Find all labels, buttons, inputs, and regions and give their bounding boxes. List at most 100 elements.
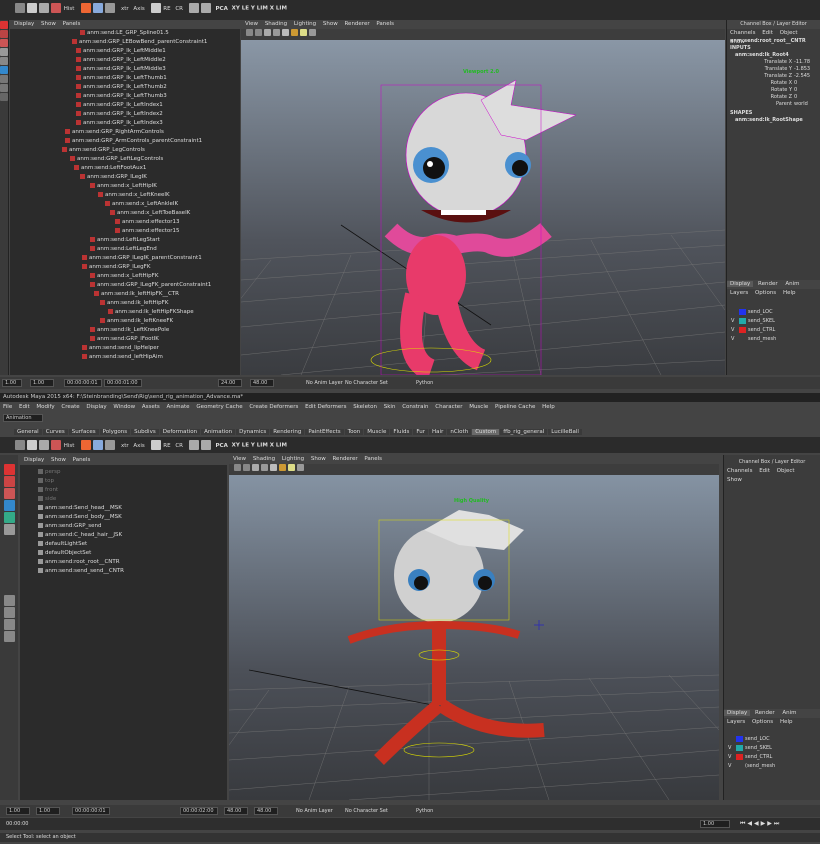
menu-create[interactable]: Create	[61, 404, 79, 410]
cb-menu-object[interactable]: Object	[777, 468, 795, 474]
move-tool-icon[interactable]	[0, 48, 8, 56]
layout-icon[interactable]	[3, 595, 15, 606]
channel-row[interactable]: Parent world	[727, 101, 820, 108]
outliner-item[interactable]: anm:send:effector15	[10, 227, 240, 236]
channel-value[interactable]: -1.853	[794, 66, 818, 73]
character-head[interactable]	[378, 510, 524, 623]
outliner-item[interactable]: anm:send:GRP_lk_LeftMiddle1	[10, 47, 240, 56]
shape-node-name[interactable]: anm:send:lk_RootShape	[727, 117, 820, 124]
cb-menu-show[interactable]: Show	[727, 477, 742, 483]
outliner-item[interactable]: anm:send:LE_GRP_Spline01.5	[10, 29, 240, 38]
layer-row[interactable]: send_LOC	[727, 308, 820, 317]
menu-character[interactable]: Character	[435, 404, 462, 410]
outliner-item[interactable]: anm:send:GRP_lLegIK	[10, 173, 240, 182]
shelf-label-xtr[interactable]: xtr	[121, 6, 129, 12]
menu-pipeline-cache[interactable]: Pipeline Cache	[495, 404, 535, 410]
layer-color-swatch[interactable]	[736, 735, 743, 742]
menu-window[interactable]: Window	[113, 404, 135, 410]
layer-row[interactable]: Vsend_SKEL	[727, 317, 820, 326]
shelf-tab[interactable]: PaintEffects	[305, 429, 344, 435]
mode-selector[interactable]: Animation	[3, 414, 43, 422]
channel-value[interactable]: world	[794, 101, 818, 108]
outliner-item[interactable]: anm:send:GRP_lk_LeftThumb3	[10, 92, 240, 101]
outliner-item[interactable]: anm:send:GRP_ArmControls_parentConstrain…	[10, 137, 240, 146]
channel-value[interactable]: 0	[794, 87, 818, 94]
cb-menu-edit[interactable]: Edit	[759, 468, 770, 474]
layout-icon[interactable]	[3, 607, 15, 618]
channel-value[interactable]: -2.545	[794, 73, 818, 80]
outliner-item[interactable]: front	[20, 486, 227, 495]
scale-tool-icon[interactable]	[0, 66, 8, 74]
shelf-tool-icon[interactable]	[81, 440, 92, 450]
outliner-menu-panels[interactable]: Panels	[73, 457, 91, 463]
outliner-item[interactable]: anm:send:C_head_hair__JSK	[20, 531, 227, 540]
shelf-tool-icon[interactable]	[200, 440, 211, 450]
shelf-tool-icon[interactable]	[200, 3, 211, 13]
outliner-item[interactable]: anm:send:lk_leftHipFKShape	[10, 308, 240, 317]
move-tool-icon[interactable]	[3, 500, 15, 511]
viewport-menu-view[interactable]: View	[245, 21, 258, 27]
shelf-tab[interactable]: Subdivs	[131, 429, 159, 435]
shelf-tab[interactable]: Custom	[472, 429, 500, 435]
layer-color-swatch[interactable]	[739, 336, 746, 342]
shelf-tab[interactable]: Surfaces	[68, 429, 99, 435]
viewport-menu-panels[interactable]: Panels	[376, 21, 394, 27]
outliner-item[interactable]: anm:send:x_LeftHipIK	[10, 182, 240, 191]
shelf-tool-icon[interactable]	[27, 440, 37, 450]
layer-menu-layers[interactable]: Layers	[730, 290, 748, 296]
outliner-item[interactable]: anm:send:LeftLegStart	[10, 236, 240, 245]
cb-menu-channels[interactable]: Channels	[727, 468, 752, 474]
menu-file[interactable]: File	[3, 404, 12, 410]
layer-visibility-toggle[interactable]: V	[727, 326, 739, 335]
menu-geometry-cache[interactable]: Geometry Cache	[196, 404, 242, 410]
layer-color-swatch[interactable]	[739, 317, 746, 324]
script-language-label[interactable]: Python	[416, 808, 433, 814]
channel-value[interactable]: 0	[794, 94, 818, 101]
texture-icon[interactable]	[279, 464, 286, 471]
menu-edit-deformers[interactable]: Edit Deformers	[305, 404, 346, 410]
layer-menu-help[interactable]: Help	[783, 290, 796, 296]
select-tool-icon[interactable]	[3, 464, 15, 475]
layer-color-swatch[interactable]	[736, 763, 743, 769]
outliner-item[interactable]: anm:send:GRP_lk_LeftThumb2	[10, 83, 240, 92]
shelf-tab[interactable]: Dynamics	[236, 429, 270, 435]
select-tool-icon[interactable]	[0, 21, 8, 29]
outliner-item[interactable]: anm:send:send_leftHipAim	[10, 353, 240, 362]
channel-row[interactable]: Translate X -11.78	[727, 59, 820, 66]
viewport-menu-panels[interactable]: Panels	[364, 456, 382, 462]
character-head[interactable]	[405, 79, 577, 223]
outliner-item[interactable]: anm:send:lk_leftHipFK__CTR	[10, 290, 240, 299]
paint-tool-icon[interactable]	[3, 488, 15, 499]
layer-color-swatch[interactable]	[739, 326, 746, 333]
outliner-item[interactable]: defaultLightSet	[20, 540, 227, 549]
viewport-menu-lighting[interactable]: Lighting	[294, 21, 316, 27]
cb-menu-edit[interactable]: Edit	[762, 30, 773, 36]
outliner-item[interactable]: anm:send:effector13	[10, 218, 240, 227]
shelf-tab[interactable]: General	[14, 429, 42, 435]
channel-value[interactable]: -11.78	[794, 59, 818, 66]
playback-start-field[interactable]: 1.00	[30, 379, 54, 387]
outliner-item[interactable]: anm:send:GRP_lk_LeftIndex3	[10, 119, 240, 128]
playback-end-field[interactable]: 24.00	[218, 379, 242, 387]
timecode-end-field[interactable]: 00:00:01:00	[104, 379, 142, 387]
shelf-label-pca[interactable]: PCA	[216, 6, 228, 12]
smooth-shade-icon[interactable]	[270, 464, 277, 471]
shelf-tool-icon[interactable]	[188, 3, 199, 13]
layout-icon[interactable]	[3, 619, 15, 630]
shelf-label-pca[interactable]: PCA	[216, 443, 228, 449]
shelf-label-lim[interactable]: XY LE Y LIM X LIM	[232, 6, 287, 12]
character-body[interactable]	[347, 620, 545, 765]
range-start-field[interactable]: 1.00	[2, 379, 22, 387]
shelf-tool-icon[interactable]	[81, 3, 92, 13]
menu-assets[interactable]: Assets	[142, 404, 160, 410]
outliner-menu-display[interactable]: Display	[24, 457, 44, 463]
layout-icon[interactable]	[3, 631, 15, 642]
menu-display[interactable]: Display	[86, 404, 106, 410]
shelf-tab[interactable]: LucilleBall	[548, 429, 582, 435]
layer-menu-help[interactable]: Help	[780, 719, 793, 725]
layout-icon[interactable]	[0, 75, 8, 83]
outliner-menu-display[interactable]: Display	[14, 21, 34, 27]
layer-visibility-toggle[interactable]: V	[724, 744, 736, 753]
range-end-field[interactable]: 48.00	[250, 379, 274, 387]
anim-layer-dropdown[interactable]: No Anim Layer	[306, 380, 343, 386]
